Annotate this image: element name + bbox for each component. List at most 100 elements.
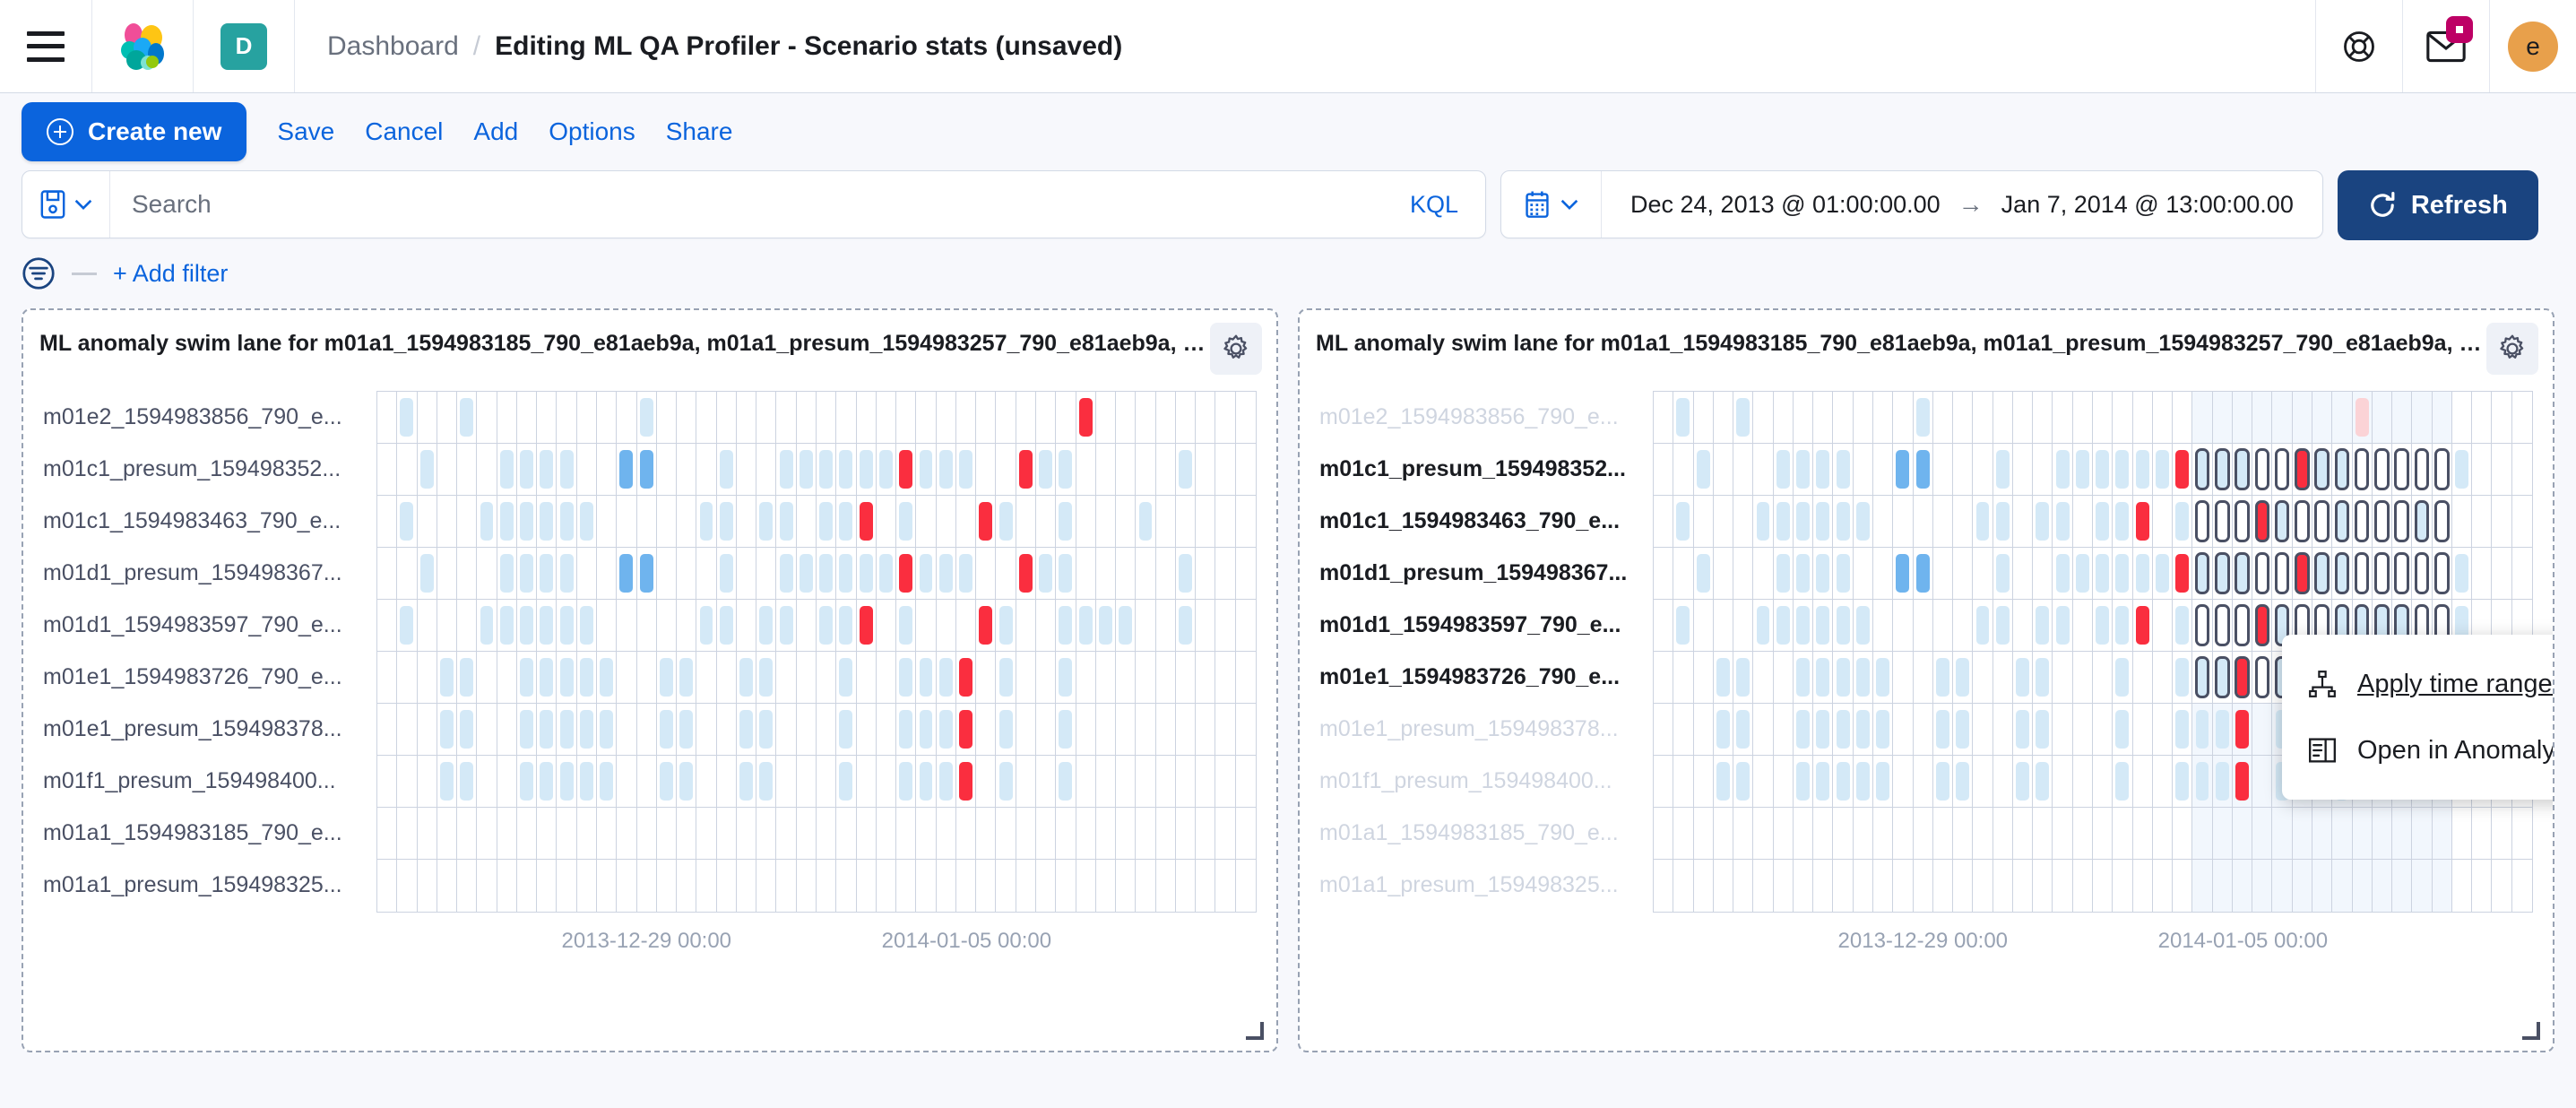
- swimlane-cell[interactable]: [877, 704, 896, 755]
- swimlane-cell[interactable]: [2213, 600, 2233, 651]
- swimlane-cell[interactable]: [2392, 548, 2412, 599]
- swimlane-cell[interactable]: [1673, 704, 1693, 755]
- lane-label[interactable]: m01f1_presum_159498400...: [1319, 755, 1653, 807]
- swimlane-cell[interactable]: [437, 548, 457, 599]
- swimlane-cell[interactable]: [937, 808, 956, 859]
- swimlane-cell[interactable]: [737, 600, 756, 651]
- swimlane-cell[interactable]: [2033, 548, 2053, 599]
- swimlane-cell[interactable]: [2293, 808, 2312, 859]
- swimlane-cell[interactable]: [1953, 704, 1973, 755]
- swimlane-cell[interactable]: [617, 756, 636, 807]
- swimlane-cell[interactable]: [2512, 496, 2532, 547]
- swimlane-cell[interactable]: [1156, 600, 1176, 651]
- swimlane-cell[interactable]: [1854, 756, 1873, 807]
- swimlane-cell[interactable]: [2452, 496, 2472, 547]
- swimlane-cell[interactable]: [1893, 548, 1913, 599]
- swimlane-cell[interactable]: [776, 600, 796, 651]
- swimlane-cell[interactable]: [1993, 652, 2013, 703]
- swimlane-cell[interactable]: [1215, 392, 1235, 443]
- swimlane-cell[interactable]: [756, 704, 776, 755]
- swimlane-cell[interactable]: [617, 392, 636, 443]
- swimlane-cell[interactable]: [1873, 652, 1893, 703]
- swimlane-cell[interactable]: [1774, 652, 1794, 703]
- swimlane-cell[interactable]: [517, 756, 537, 807]
- swimlane-cell[interactable]: [1116, 392, 1136, 443]
- swimlane-cell[interactable]: [2392, 392, 2412, 443]
- swimlane-cell[interactable]: [1753, 496, 1773, 547]
- swimlane-cell[interactable]: [1893, 704, 1913, 755]
- swimlane-cell[interactable]: [537, 860, 557, 912]
- swimlane-cell[interactable]: [2053, 444, 2072, 495]
- swimlane-cell[interactable]: [2153, 808, 2173, 859]
- swimlane-cell[interactable]: [2173, 652, 2192, 703]
- swimlane-cell[interactable]: [1196, 600, 1215, 651]
- swimlane-cell[interactable]: [1893, 652, 1913, 703]
- swimlane-cell[interactable]: [2093, 444, 2113, 495]
- swimlane-cell[interactable]: [1076, 496, 1096, 547]
- swimlane-cell[interactable]: [877, 860, 896, 912]
- swimlane-cell[interactable]: [2013, 496, 2033, 547]
- swimlane-cell[interactable]: [477, 652, 497, 703]
- swimlane-cell[interactable]: [836, 444, 856, 495]
- swimlane-cell[interactable]: [1973, 808, 1993, 859]
- swimlane-cell[interactable]: [1116, 496, 1136, 547]
- swimlane-cell[interactable]: [1893, 392, 1913, 443]
- swimlane-cell[interactable]: [1933, 756, 1953, 807]
- swimlane-cell[interactable]: [517, 600, 537, 651]
- swimlane-cell[interactable]: [1973, 444, 1993, 495]
- swimlane-cell[interactable]: [1914, 496, 1933, 547]
- swimlane-cell[interactable]: [1833, 600, 1853, 651]
- space-selector-button[interactable]: D: [194, 0, 294, 92]
- swimlane-cell[interactable]: [1236, 600, 1256, 651]
- swimlane-cell[interactable]: [1914, 860, 1933, 912]
- swimlane-cell[interactable]: [2233, 652, 2252, 703]
- swimlane-cell[interactable]: [517, 548, 537, 599]
- swimlane-cell[interactable]: [956, 652, 976, 703]
- swimlane-cell[interactable]: [1056, 600, 1076, 651]
- swimlane-cell[interactable]: [1096, 392, 1116, 443]
- swimlane-cell[interactable]: [377, 860, 397, 912]
- swimlane-cell[interactable]: [797, 756, 817, 807]
- swimlane-cell[interactable]: [637, 704, 657, 755]
- swimlane-cell[interactable]: [2373, 392, 2392, 443]
- swimlane-cell[interactable]: [2392, 496, 2412, 547]
- swimlane-cell[interactable]: [1933, 600, 1953, 651]
- swimlane-cell[interactable]: [597, 548, 617, 599]
- swimlane-cell[interactable]: [817, 496, 836, 547]
- swimlane-cell[interactable]: [1753, 756, 1773, 807]
- swimlane-cell[interactable]: [2433, 496, 2452, 547]
- swimlane-cell[interactable]: [896, 652, 916, 703]
- swimlane-cell[interactable]: [2353, 860, 2373, 912]
- swimlane-cell[interactable]: [797, 652, 817, 703]
- swimlane-cell[interactable]: [497, 860, 517, 912]
- swimlane-cell[interactable]: [2073, 860, 2093, 912]
- swimlane-cell[interactable]: [2353, 392, 2373, 443]
- swimlane-cell[interactable]: [1176, 652, 1196, 703]
- swimlane-cell[interactable]: [1873, 808, 1893, 859]
- swimlane-cell[interactable]: [1236, 496, 1256, 547]
- swimlane-cell[interactable]: [857, 392, 877, 443]
- swimlane-cell[interactable]: [1156, 652, 1176, 703]
- swimlane-cell[interactable]: [1794, 756, 1813, 807]
- swimlane-cell[interactable]: [2093, 600, 2113, 651]
- swimlane-cell[interactable]: [497, 548, 517, 599]
- swimlane-cell[interactable]: [1833, 496, 1853, 547]
- swimlane-cell[interactable]: [1714, 756, 1733, 807]
- swimlane-cell[interactable]: [916, 496, 936, 547]
- swimlane-cell[interactable]: [756, 496, 776, 547]
- lane-label[interactable]: m01a1_1594983185_790_e...: [1319, 807, 1653, 859]
- swimlane-cell[interactable]: [1794, 496, 1813, 547]
- quick-select-button[interactable]: [1501, 171, 1602, 238]
- swimlane-cell[interactable]: [1794, 860, 1813, 912]
- swimlane-cell[interactable]: [717, 652, 737, 703]
- swimlane-cell[interactable]: [896, 600, 916, 651]
- swimlane-cell[interactable]: [976, 808, 996, 859]
- swimlane-cell[interactable]: [2013, 860, 2033, 912]
- swimlane-cell[interactable]: [1196, 652, 1215, 703]
- swimlane-cell[interactable]: [2332, 808, 2352, 859]
- swimlane-cell[interactable]: [717, 704, 737, 755]
- swimlane-cell[interactable]: [756, 600, 776, 651]
- swimlane-cell[interactable]: [2033, 444, 2053, 495]
- swimlane-cell[interactable]: [2472, 860, 2492, 912]
- swimlane-cell[interactable]: [418, 600, 437, 651]
